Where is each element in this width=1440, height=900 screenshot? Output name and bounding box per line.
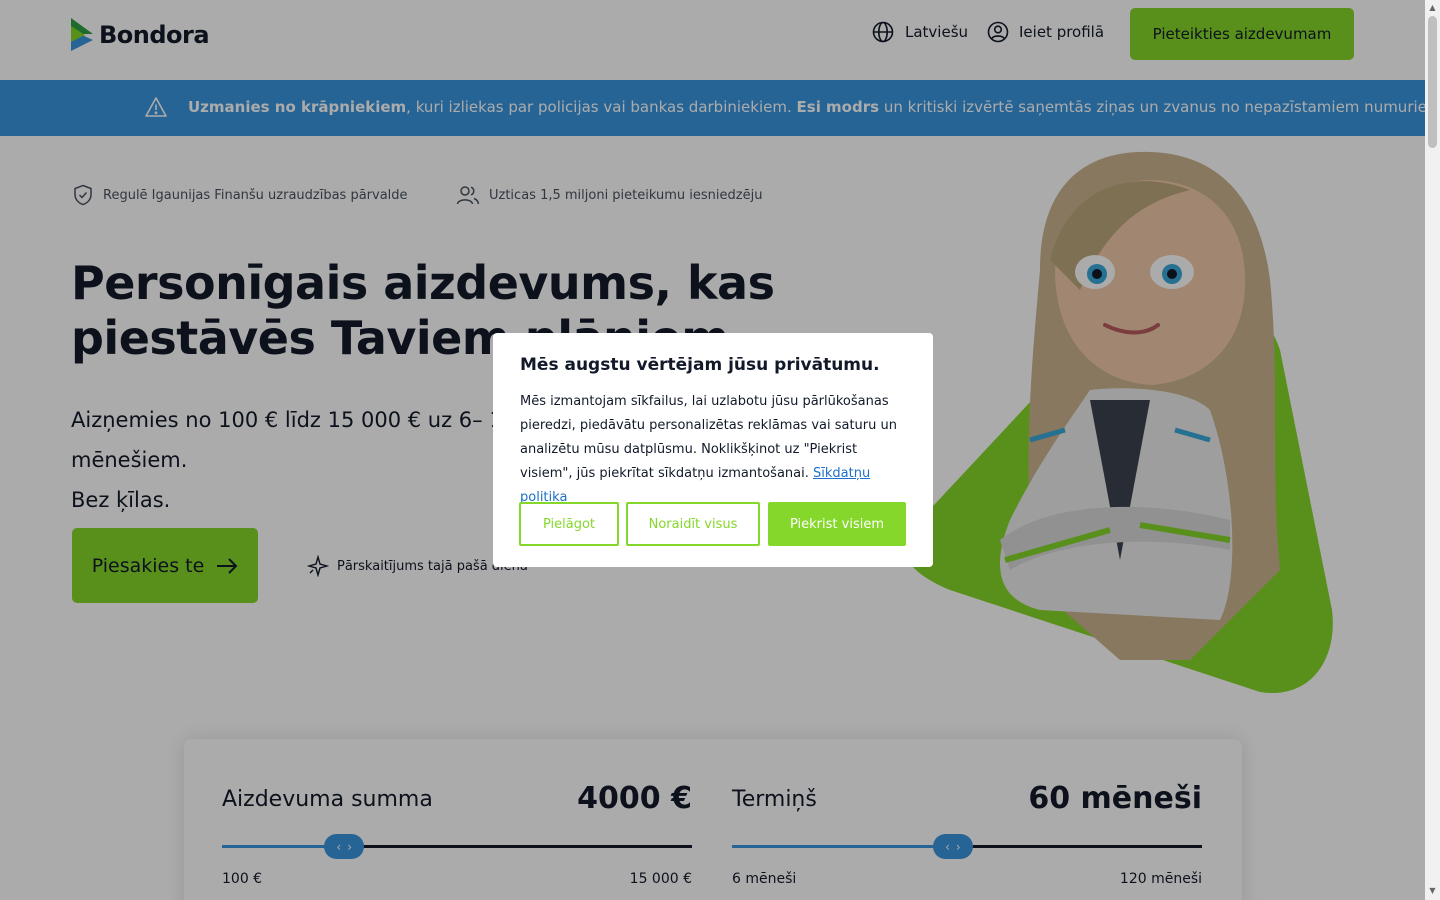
cookie-dialog-title: Mēs augstu vērtējam jūsu privātumu. xyxy=(520,355,880,375)
scrollbar-thumb[interactable] xyxy=(1428,16,1437,148)
cookie-dialog-body: Mēs izmantojam sīkfailus, lai uzlabotu j… xyxy=(520,390,912,510)
cookie-consent-dialog: Mēs augstu vērtējam jūsu privātumu. Mēs … xyxy=(493,333,933,567)
accept-all-button[interactable]: Piekrist visiem xyxy=(768,502,906,546)
scroll-down-icon[interactable]: ▼ xyxy=(1428,886,1437,895)
reject-all-button[interactable]: Noraidīt visus xyxy=(626,502,760,546)
scroll-up-icon[interactable]: ▲ xyxy=(1428,3,1437,12)
page-scrollbar[interactable]: ▲ ▼ xyxy=(1425,0,1440,900)
customize-button[interactable]: Pielāgot xyxy=(519,502,619,546)
